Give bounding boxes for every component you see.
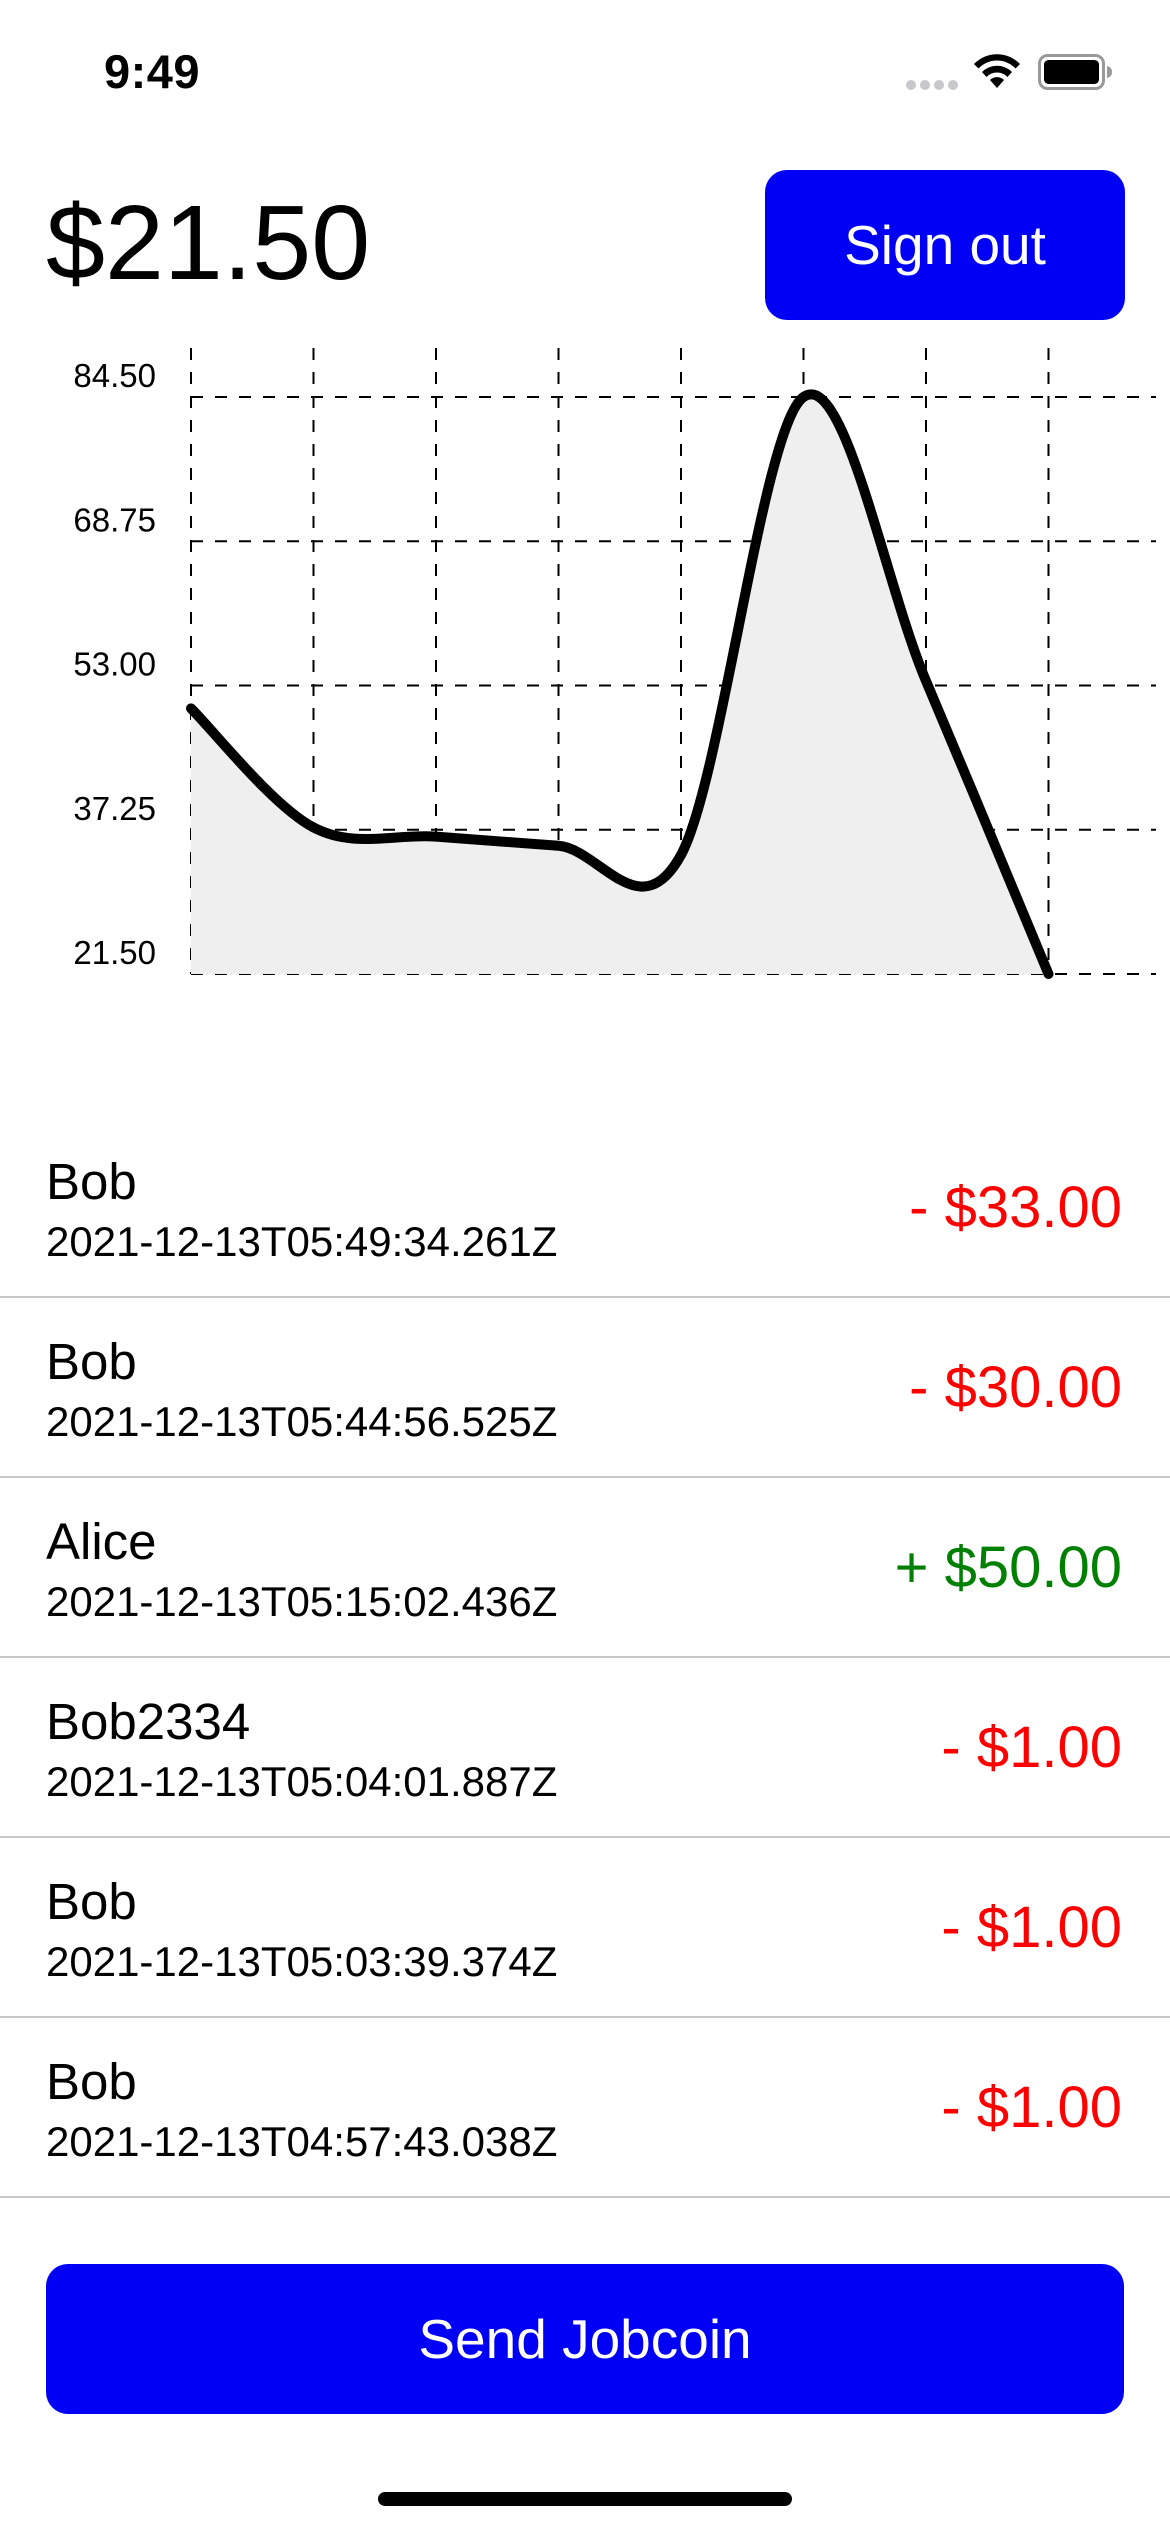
transaction-name: Bob <box>46 2053 137 2110</box>
chart-y-tick-label: 21.50 <box>73 934 156 971</box>
status-bar: 9:49 <box>0 0 1170 150</box>
transaction-amount: - $30.00 <box>909 1355 1122 1420</box>
transaction-amount: - $1.00 <box>941 1715 1122 1780</box>
transaction-name: Alice <box>46 1513 157 1570</box>
transaction-timestamp: 2021-12-13T04:57:43.038Z <box>46 2118 558 2165</box>
transaction-name: Bob <box>46 1153 137 1210</box>
chart-y-tick-label: 53.00 <box>73 646 156 683</box>
transaction-row[interactable]: Bob 2021-12-13T04:57:43.038Z - $1.00 <box>0 2018 1170 2198</box>
home-indicator <box>378 2492 792 2506</box>
transaction-row[interactable]: Bob2334 2021-12-13T05:04:01.887Z - $1.00 <box>0 1658 1170 1838</box>
battery-icon <box>1038 54 1112 90</box>
send-jobcoin-button[interactable]: Send Jobcoin <box>46 2264 1124 2414</box>
balance-chart: 84.50 68.75 53.00 37.25 21.50 <box>73 348 1156 979</box>
wifi-icon <box>974 54 1020 88</box>
transaction-timestamp: 2021-12-13T05:49:34.261Z <box>46 1218 558 1265</box>
chart-y-tick-label: 84.50 <box>73 357 156 394</box>
transaction-timestamp: 2021-12-13T05:15:02.436Z <box>46 1578 558 1625</box>
sign-out-button[interactable]: Sign out <box>765 170 1125 320</box>
status-time: 9:49 <box>104 45 201 98</box>
transaction-name: Bob <box>46 1333 137 1390</box>
transaction-name: Bob <box>46 1873 137 1930</box>
chart-y-tick-label: 37.25 <box>73 790 156 827</box>
transaction-amount: - $1.00 <box>941 1895 1122 1960</box>
transaction-timestamp: 2021-12-13T05:03:39.374Z <box>46 1938 558 1985</box>
transaction-amount: - $1.00 <box>941 2075 1122 2140</box>
transaction-amount: - $33.00 <box>909 1175 1122 1240</box>
transaction-timestamp: 2021-12-13T05:44:56.525Z <box>46 1398 558 1445</box>
chart-area-fill <box>191 394 1049 974</box>
transaction-timestamp: 2021-12-13T05:04:01.887Z <box>46 1758 558 1805</box>
transaction-row[interactable]: Bob 2021-12-13T05:03:39.374Z - $1.00 <box>0 1838 1170 2018</box>
transaction-list: Bob 2021-12-13T05:49:34.261Z - $33.00 Bob 20… <box>0 1118 1170 2198</box>
transaction-amount: + $50.00 <box>894 1535 1122 1600</box>
transaction-name: Bob2334 <box>46 1693 251 1750</box>
chart-y-tick-label: 68.75 <box>73 501 156 538</box>
transaction-row[interactable]: Bob 2021-12-13T05:44:56.525Z - $30.00 <box>0 1298 1170 1478</box>
cellular-signal-icon <box>906 80 958 92</box>
transaction-row[interactable]: Bob 2021-12-13T05:49:34.261Z - $33.00 <box>0 1118 1170 1298</box>
balance-amount: $21.50 <box>46 184 371 302</box>
transaction-row[interactable]: Alice 2021-12-13T05:15:02.436Z + $50.00 <box>0 1478 1170 1658</box>
